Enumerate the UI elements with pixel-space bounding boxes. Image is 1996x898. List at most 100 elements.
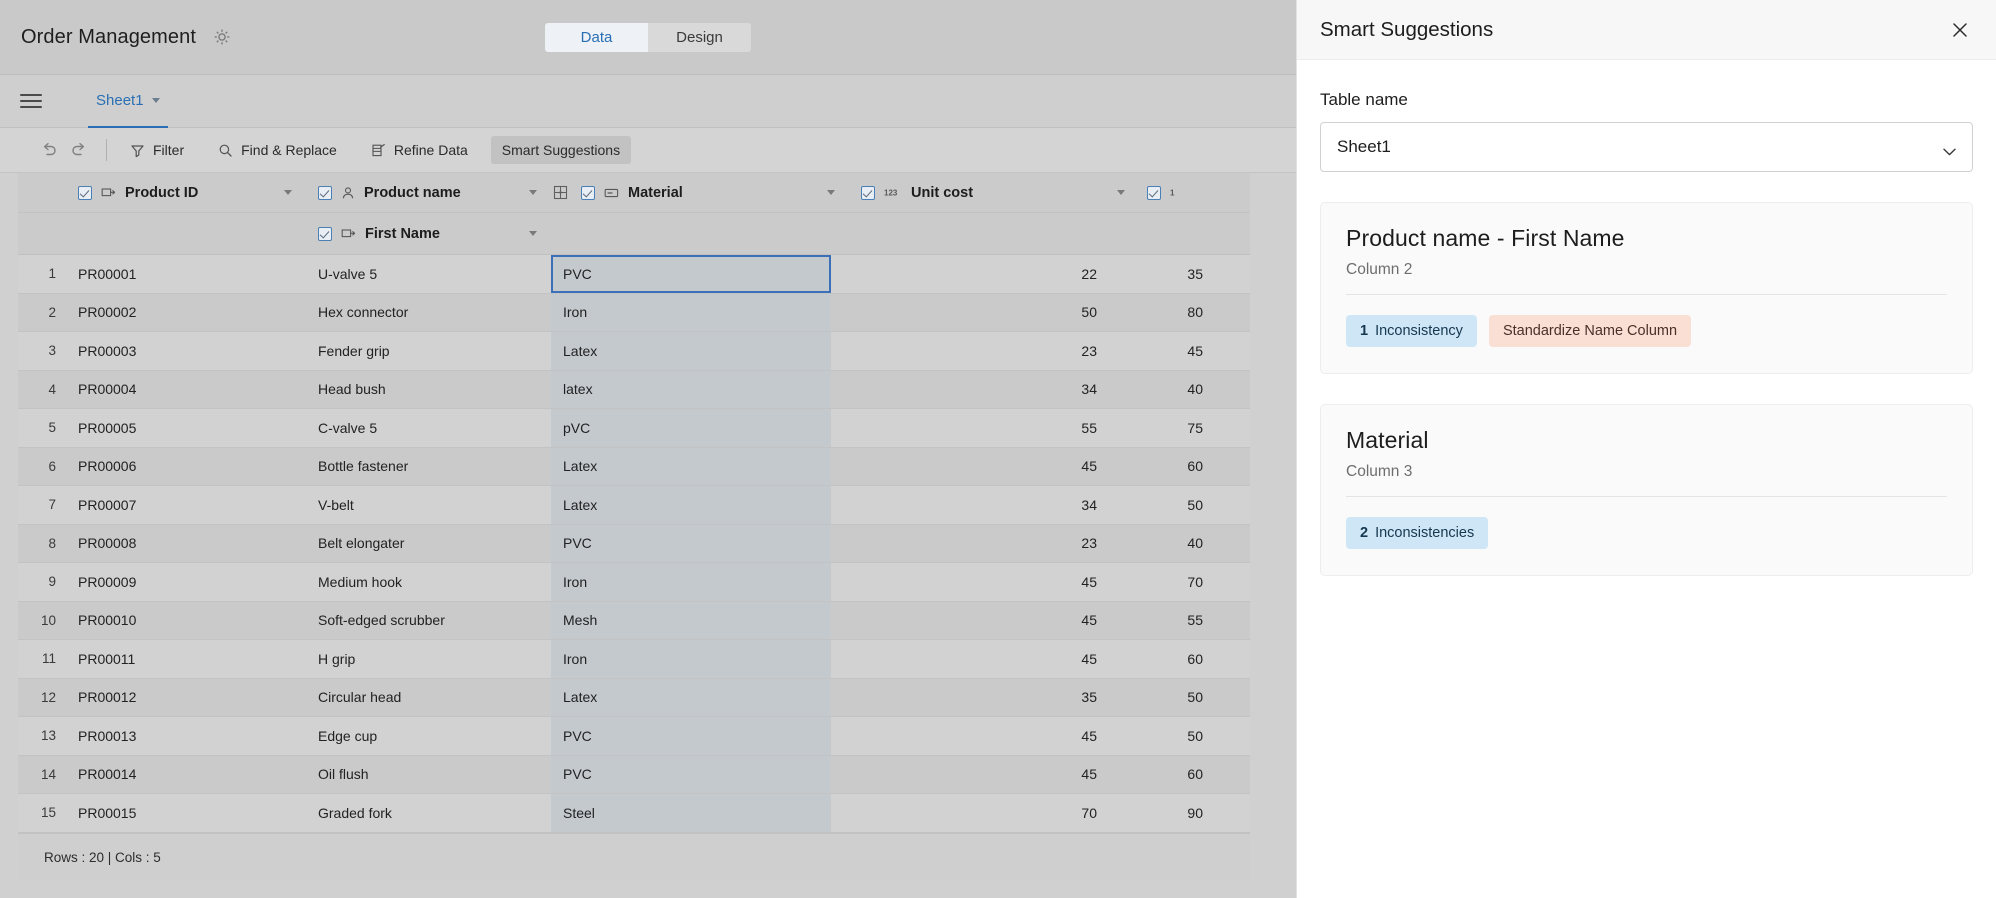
gear-icon[interactable] (213, 28, 231, 46)
cell-next-col[interactable]: 70 (1121, 563, 1221, 601)
cell-product-id[interactable]: PR00002 (66, 294, 306, 332)
column-header-next[interactable]: 1 (1139, 173, 1239, 213)
chevron-down-icon[interactable] (529, 190, 537, 195)
cell-first-name[interactable]: Oil flush (306, 756, 551, 794)
cell-product-id[interactable]: PR00008 (66, 525, 306, 563)
cell-next-col[interactable]: 55 (1121, 602, 1221, 640)
table-name-select[interactable]: Sheet1 (1320, 122, 1973, 172)
cell-product-id[interactable]: PR00015 (66, 794, 306, 832)
chevron-down-icon[interactable] (529, 231, 537, 236)
cell-material[interactable]: Steel (551, 794, 831, 832)
table-row[interactable]: 9PR00009Medium hookIron4570 (18, 563, 1250, 602)
cell-material[interactable]: Latex (551, 448, 831, 486)
cell-first-name[interactable]: Bottle fastener (306, 448, 551, 486)
suggestion-card[interactable]: Product name - First NameColumn 21Incons… (1320, 202, 1973, 374)
table-row[interactable]: 5PR00005C-valve 5pVC5575 (18, 409, 1250, 448)
smart-suggestions-button[interactable]: Smart Suggestions (491, 136, 631, 164)
tab-data[interactable]: Data (545, 23, 648, 52)
cell-material[interactable]: Latex (551, 679, 831, 717)
table-row[interactable]: 4PR00004Head bushlatex3440 (18, 371, 1250, 410)
cell-material[interactable]: Iron (551, 563, 831, 601)
cell-first-name[interactable]: U-valve 5 (306, 255, 551, 293)
row-number[interactable]: 12 (18, 679, 66, 717)
cell-unit-cost[interactable]: 34 (831, 486, 1121, 524)
row-number[interactable]: 14 (18, 756, 66, 794)
tab-design[interactable]: Design (648, 23, 751, 52)
table-row[interactable]: 1PR00001U-valve 5PVC2235 (18, 255, 1250, 294)
column-checkbox[interactable] (581, 186, 595, 200)
cell-next-col[interactable]: 40 (1121, 525, 1221, 563)
cell-unit-cost[interactable]: 34 (831, 371, 1121, 409)
cell-product-id[interactable]: PR00014 (66, 756, 306, 794)
chevron-down-icon[interactable] (1117, 190, 1125, 195)
cell-material[interactable]: Iron (551, 294, 831, 332)
cell-unit-cost[interactable]: 45 (831, 563, 1121, 601)
column-header-material[interactable]: Material (569, 173, 849, 213)
cell-first-name[interactable]: Circular head (306, 679, 551, 717)
column-header-product-id[interactable]: Product ID (66, 173, 306, 213)
cell-product-id[interactable]: PR00003 (66, 332, 306, 370)
cell-first-name[interactable]: Head bush (306, 371, 551, 409)
filter-button[interactable]: Filter (119, 136, 195, 164)
cell-product-id[interactable]: PR00006 (66, 448, 306, 486)
cell-material[interactable]: PVC (551, 525, 831, 563)
cell-material[interactable]: Latex (551, 332, 831, 370)
table-row[interactable]: 14PR00014Oil flushPVC4560 (18, 756, 1250, 795)
cell-next-col[interactable]: 75 (1121, 409, 1221, 447)
table-row[interactable]: 8PR00008Belt elongaterPVC2340 (18, 525, 1250, 564)
cell-next-col[interactable]: 60 (1121, 448, 1221, 486)
column-header-unit-cost[interactable]: 123 Unit cost (849, 173, 1139, 213)
cell-material[interactable]: PVC (551, 255, 831, 293)
column-checkbox[interactable] (318, 186, 332, 200)
row-number[interactable]: 7 (18, 486, 66, 524)
table-row[interactable]: 7PR00007V-beltLatex3450 (18, 486, 1250, 525)
column-checkbox[interactable] (78, 186, 92, 200)
cell-product-id[interactable]: PR00004 (66, 371, 306, 409)
cell-unit-cost[interactable]: 45 (831, 602, 1121, 640)
cell-unit-cost[interactable]: 45 (831, 717, 1121, 755)
inconsistency-badge[interactable]: 2Inconsistencies (1346, 517, 1488, 549)
row-number[interactable]: 11 (18, 640, 66, 678)
table-row[interactable]: 11PR00011H gripIron4560 (18, 640, 1250, 679)
cell-first-name[interactable]: Edge cup (306, 717, 551, 755)
split-column-icon[interactable] (551, 184, 569, 202)
table-row[interactable]: 6PR00006Bottle fastenerLatex4560 (18, 448, 1250, 487)
row-number[interactable]: 2 (18, 294, 66, 332)
column-subheader-first-name[interactable]: First Name (306, 214, 551, 254)
cell-next-col[interactable]: 45 (1121, 332, 1221, 370)
cell-first-name[interactable]: Soft-edged scrubber (306, 602, 551, 640)
row-number[interactable]: 8 (18, 525, 66, 563)
cell-next-col[interactable]: 60 (1121, 640, 1221, 678)
cell-product-id[interactable]: PR00001 (66, 255, 306, 293)
row-number[interactable]: 15 (18, 794, 66, 832)
table-row[interactable]: 15PR00015Graded forkSteel7090 (18, 794, 1250, 833)
column-checkbox[interactable] (318, 227, 332, 241)
chevron-down-icon[interactable] (827, 190, 835, 195)
table-row[interactable]: 3PR00003Fender gripLatex2345 (18, 332, 1250, 371)
cell-product-id[interactable]: PR00009 (66, 563, 306, 601)
cell-next-col[interactable]: 90 (1121, 794, 1221, 832)
cell-unit-cost[interactable]: 45 (831, 448, 1121, 486)
cell-material[interactable]: PVC (551, 717, 831, 755)
cell-product-id[interactable]: PR00012 (66, 679, 306, 717)
cell-next-col[interactable]: 80 (1121, 294, 1221, 332)
cell-next-col[interactable]: 60 (1121, 756, 1221, 794)
chevron-down-icon[interactable] (284, 190, 292, 195)
inconsistency-badge[interactable]: 1Inconsistency (1346, 315, 1477, 347)
row-number[interactable]: 6 (18, 448, 66, 486)
cell-unit-cost[interactable]: 55 (831, 409, 1121, 447)
row-number[interactable]: 10 (18, 602, 66, 640)
cell-product-id[interactable]: PR00007 (66, 486, 306, 524)
row-number[interactable]: 1 (18, 255, 66, 293)
row-number[interactable]: 3 (18, 332, 66, 370)
cell-unit-cost[interactable]: 35 (831, 679, 1121, 717)
row-number[interactable]: 9 (18, 563, 66, 601)
hamburger-icon[interactable] (20, 94, 42, 108)
column-checkbox[interactable] (1147, 186, 1161, 200)
cell-material[interactable]: Mesh (551, 602, 831, 640)
cell-product-id[interactable]: PR00011 (66, 640, 306, 678)
cell-unit-cost[interactable]: 45 (831, 640, 1121, 678)
action-chip[interactable]: Standardize Name Column (1489, 315, 1691, 347)
cell-first-name[interactable]: V-belt (306, 486, 551, 524)
cell-next-col[interactable]: 50 (1121, 679, 1221, 717)
